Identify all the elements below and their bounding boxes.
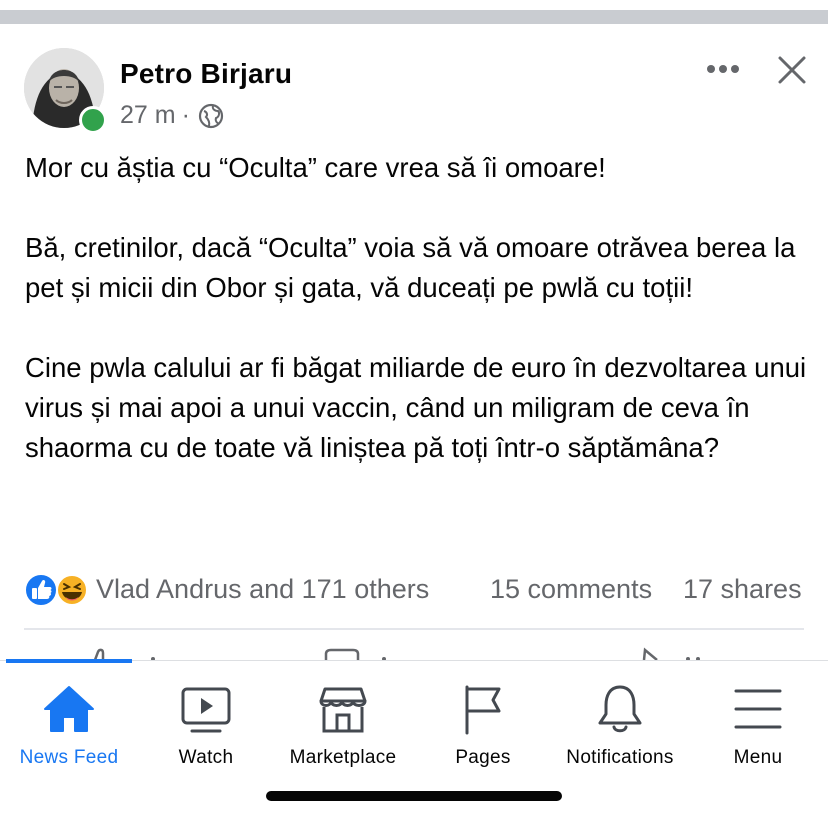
tab-label: Watch [178, 747, 234, 768]
watch-icon [181, 687, 231, 733]
close-post-button[interactable] [772, 52, 812, 90]
post-meta: 27 m · [120, 101, 224, 130]
post-time[interactable]: 27 m [120, 101, 176, 130]
shares-count[interactable]: 17 shares [683, 574, 802, 605]
marketplace-icon [319, 687, 367, 733]
menu-icon [734, 689, 782, 729]
tab-menu[interactable]: Menu [689, 681, 827, 781]
bell-icon [598, 685, 642, 733]
active-tab-indicator [6, 659, 132, 663]
tab-label: Pages [455, 747, 511, 768]
post-paragraph: Mor cu ăștia cu “Oculta” care vrea să îi… [25, 152, 606, 183]
post-actions-peek [0, 630, 828, 660]
more-options-button[interactable] [700, 52, 746, 86]
feed-separator [0, 10, 828, 24]
like-icon [24, 573, 58, 607]
post-paragraph: Cine pwla calului ar fi băgat miliarde d… [25, 352, 807, 463]
post-engagement-row: Vlad Andrus and 171 others 15 comments 1… [24, 570, 804, 610]
tab-marketplace[interactable]: Marketplace [274, 681, 412, 781]
bottom-tab-bar: News Feed Watch Marketplace Pages Notifi… [0, 659, 828, 818]
comment-action-icon [324, 648, 360, 660]
tab-label: Marketplace [289, 747, 397, 768]
post-body: Mor cu ăștia cu “Oculta” care vrea să îi… [25, 148, 815, 468]
more-icon [707, 65, 739, 73]
reaction-icons[interactable] [24, 573, 90, 607]
share-action-icon [642, 647, 658, 660]
online-status-dot [79, 106, 107, 134]
home-icon [44, 686, 94, 732]
close-icon [778, 56, 806, 84]
comments-count[interactable]: 15 comments [490, 574, 652, 605]
post-author-name[interactable]: Petro Birjaru [120, 58, 292, 90]
globe-icon[interactable] [198, 103, 224, 129]
post-paragraph: Bă, cretinilor, dacă “Oculta” voia să vă… [25, 232, 796, 303]
tab-pages[interactable]: Pages [414, 681, 552, 781]
tab-watch[interactable]: Watch [137, 681, 275, 781]
tab-news-feed[interactable]: News Feed [0, 681, 138, 781]
reaction-summary[interactable]: Vlad Andrus and 171 others [96, 574, 429, 605]
tab-notifications[interactable]: Notifications [551, 681, 689, 781]
home-indicator[interactable] [266, 791, 562, 801]
meta-separator: · [181, 101, 190, 129]
tab-label: Menu [733, 747, 783, 768]
flag-icon [465, 685, 501, 735]
haha-icon [56, 574, 88, 606]
tab-label: Notifications [566, 747, 674, 768]
top-strip [0, 0, 828, 10]
tab-label: News Feed [19, 747, 119, 768]
